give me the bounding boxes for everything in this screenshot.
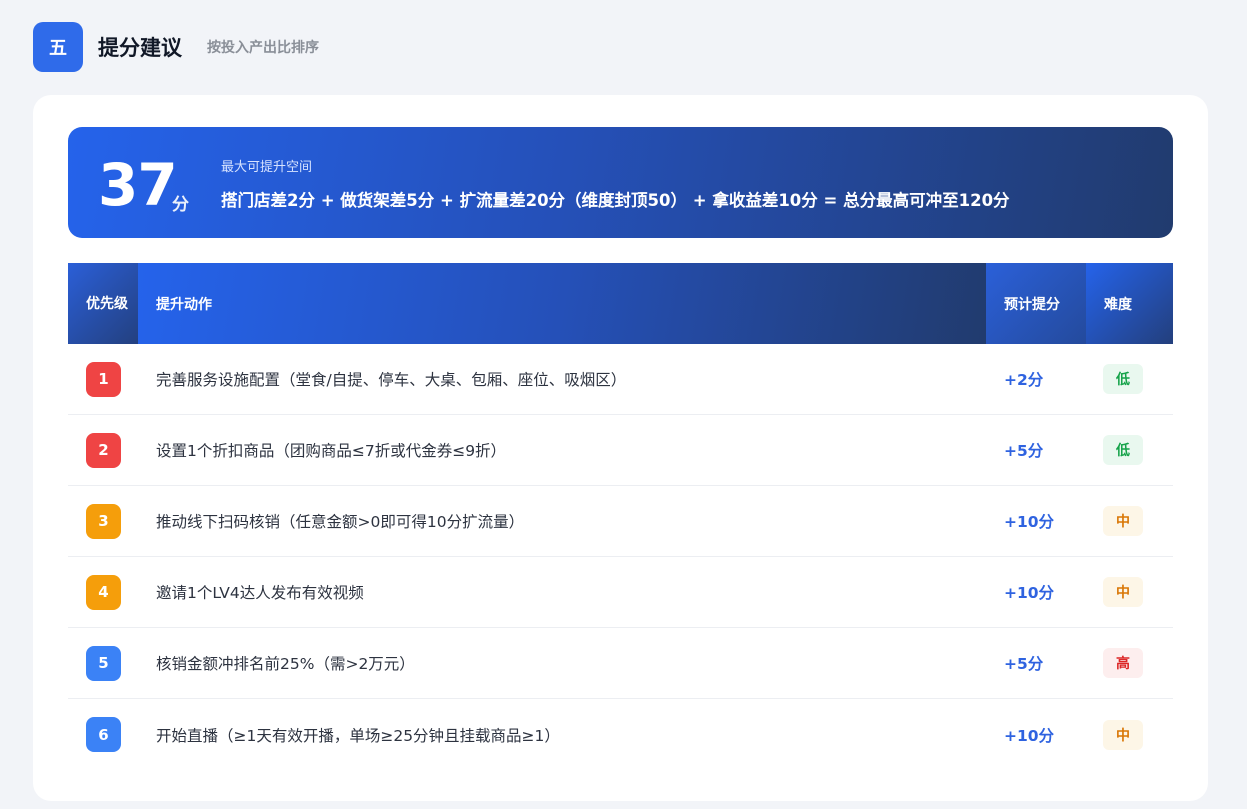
points-cell: +5分 <box>1004 655 1044 673</box>
priority-cell: 2 <box>68 432 138 468</box>
priority-badge: 4 <box>86 574 121 610</box>
action-cell: 完善服务设施配置（堂食/自提、停车、大桌、包厢、座位、吸烟区） <box>156 371 627 389</box>
priority-badge: 1 <box>86 361 121 397</box>
difficulty-tag: 中 <box>1103 506 1143 536</box>
header-difficulty: 难度 <box>1086 263 1173 344</box>
difficulty-cell: 中 <box>1086 577 1173 607</box>
max-gain-unit: 分 <box>172 195 189 215</box>
points-cell: +5分 <box>1004 442 1044 460</box>
header-points: 预计提分 <box>986 263 1086 344</box>
difficulty-tag: 中 <box>1103 577 1143 607</box>
priority-cell: 3 <box>68 503 138 539</box>
points-cell: +10分 <box>1004 726 1055 745</box>
action-cell: 开始直播（≥1天有效开播，单场≥25分钟且挂载商品≥1） <box>156 726 560 745</box>
table-row: 3 推动线下扫码核销（任意金额>0即可得10分扩流量） +10分 中 <box>68 486 1173 557</box>
priority-cell: 1 <box>68 361 138 397</box>
difficulty-cell: 低 <box>1086 435 1173 465</box>
section-header: 五 提分建议 按投入产出比排序 <box>33 22 319 72</box>
difficulty-tag: 低 <box>1103 435 1143 465</box>
difficulty-cell: 中 <box>1086 719 1173 750</box>
table-row: 1 完善服务设施配置（堂食/自提、停车、大桌、包厢、座位、吸烟区） +2分 低 <box>68 344 1173 415</box>
max-gain-banner: 37 分 最大可提升空间 搭门店差2分 + 做货架差5分 + 扩流量差20分（维… <box>68 127 1173 238</box>
max-gain-label: 最大可提升空间 <box>221 160 313 175</box>
priority-cell: 4 <box>68 574 138 610</box>
priority-badge: 6 <box>86 717 121 752</box>
difficulty-cell: 高 <box>1086 648 1173 678</box>
max-gain-formula: 搭门店差2分 + 做货架差5分 + 扩流量差20分（维度封顶50） + 拿收益差… <box>221 191 1010 210</box>
priority-cell: 5 <box>68 645 138 681</box>
difficulty-cell: 低 <box>1086 364 1173 394</box>
header-priority: 优先级 <box>68 263 138 344</box>
suggestion-table: 优先级 提升动作 预计提分 难度 1 完善服务设施配置（堂食/自提、停车、大桌、包… <box>68 263 1173 770</box>
points-cell: +2分 <box>1004 371 1044 389</box>
priority-badge: 2 <box>86 432 121 468</box>
section-title: 提分建议 <box>98 36 182 60</box>
table-row: 2 设置1个折扣商品（团购商品≤7折或代金券≤9折） +5分 低 <box>68 415 1173 486</box>
priority-badge: 5 <box>86 645 121 681</box>
table-header: 优先级 提升动作 预计提分 难度 <box>68 263 1173 344</box>
difficulty-tag: 高 <box>1103 648 1143 678</box>
points-cell: +10分 <box>1004 513 1055 531</box>
action-cell: 核销金额冲排名前25%（需>2万元） <box>156 655 415 673</box>
table-row: 6 开始直播（≥1天有效开播，单场≥25分钟且挂载商品≥1） +10分 中 <box>68 699 1173 770</box>
table-row: 4 邀请1个LV4达人发布有效视频 +10分 中 <box>68 557 1173 628</box>
table-body: 1 完善服务设施配置（堂食/自提、停车、大桌、包厢、座位、吸烟区） +2分低 2 设置1… <box>68 344 1173 770</box>
points-cell: +10分 <box>1004 584 1055 602</box>
section-number-badge: 五 <box>33 22 83 72</box>
action-cell: 邀请1个LV4达人发布有效视频 <box>156 584 364 602</box>
difficulty-tag: 低 <box>1103 364 1143 394</box>
difficulty-cell: 中 <box>1086 506 1173 536</box>
priority-cell: 6 <box>68 717 138 752</box>
max-gain-number: 37 <box>98 151 178 219</box>
priority-badge: 3 <box>86 503 121 539</box>
table-row: 5 核销金额冲排名前25%（需>2万元） +5分 高 <box>68 628 1173 699</box>
header-action: 提升动作 <box>138 263 986 344</box>
action-cell: 推动线下扫码核销（任意金额>0即可得10分扩流量） <box>156 513 525 531</box>
action-cell: 设置1个折扣商品（团购商品≤7折或代金券≤9折） <box>156 442 507 460</box>
section-subtitle: 按投入产出比排序 <box>207 40 319 56</box>
difficulty-tag: 中 <box>1103 719 1143 750</box>
content-card: 37 分 最大可提升空间 搭门店差2分 + 做货架差5分 + 扩流量差20分（维… <box>33 95 1208 801</box>
